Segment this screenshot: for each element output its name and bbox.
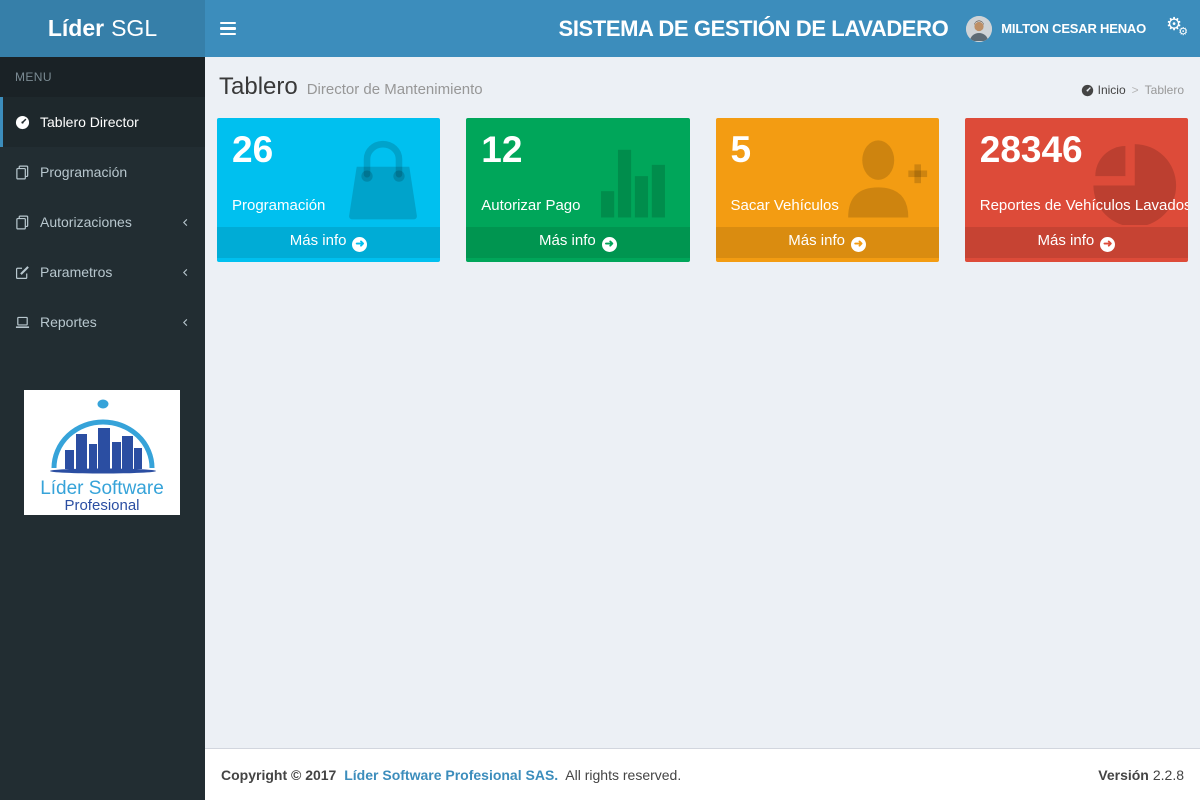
- infobox-value: 26: [232, 129, 425, 172]
- chevron-left-icon: [180, 216, 191, 229]
- edit-icon: [15, 265, 30, 280]
- content-area: Tablero Director de Mantenimiento Inicio…: [205, 57, 1200, 748]
- more-info-link[interactable]: Más info➜: [217, 227, 440, 258]
- breadcrumb-current: Tablero: [1145, 83, 1184, 97]
- infobox-autorizar-pago: 12 Autorizar Pago Más info➜: [466, 118, 689, 262]
- brand-logo-rest: SGL: [111, 15, 157, 42]
- arrow-circle-icon: ➜: [602, 237, 617, 252]
- home-gauge-icon: [1081, 84, 1094, 97]
- breadcrumb-separator: >: [1132, 83, 1139, 97]
- copyright-text: Copyright © 2017 Líder Software Profesio…: [221, 767, 681, 783]
- user-name: MILTON CESAR HENAO: [1001, 21, 1146, 36]
- infobox-programacion: 26 Programación Más info➜: [217, 118, 440, 262]
- breadcrumb: Inicio > Tablero: [1081, 83, 1184, 97]
- sidebar-item-autorizaciones[interactable]: Autorizaciones: [0, 197, 205, 247]
- content-header: Tablero Director de Mantenimiento Inicio…: [205, 57, 1200, 118]
- sidebar: MENU Tablero Director Programación Autor…: [0, 57, 205, 800]
- more-info-link[interactable]: Más info➜: [716, 227, 939, 258]
- hamburger-icon: [220, 22, 236, 24]
- sidebar-item-parametros[interactable]: Parametros: [0, 247, 205, 297]
- sidebar-item-label: Programación: [40, 164, 127, 180]
- sidebar-item-reportes[interactable]: Reportes: [0, 297, 205, 347]
- sidebar-item-programacion[interactable]: Programación: [0, 147, 205, 197]
- company-logo: Líder Software Profesional: [24, 390, 180, 515]
- chevron-left-icon: [180, 266, 191, 279]
- company-logo-line1: Líder Software: [40, 478, 164, 499]
- main-footer: Copyright © 2017 Líder Software Profesio…: [205, 748, 1200, 800]
- app-title: SISTEMA DE GESTIÓN DE LAVADERO: [559, 16, 949, 42]
- infobox-sacar-vehiculos: 5 Sacar Vehículos Más info➜: [716, 118, 939, 262]
- company-logo-line2: Profesional: [64, 497, 139, 514]
- more-info-link[interactable]: Más info➜: [965, 227, 1188, 258]
- infobox-label: Programación: [232, 197, 425, 214]
- breadcrumb-home-link[interactable]: Inicio: [1081, 83, 1126, 97]
- settings-button[interactable]: ⚙⚙: [1156, 0, 1200, 57]
- brand-logo[interactable]: Líder SGL: [0, 0, 205, 57]
- info-boxes-row: 26 Programación Más info➜ 12 Autorizar P…: [205, 118, 1200, 262]
- dashboard-icon: [15, 115, 30, 130]
- sidebar-menu-header: MENU: [0, 57, 205, 97]
- sidebar-item-label: Parametros: [40, 264, 112, 280]
- arrow-circle-icon: ➜: [352, 237, 367, 252]
- chevron-left-icon: [180, 316, 191, 329]
- arrow-circle-icon: ➜: [851, 237, 866, 252]
- sidebar-item-label: Tablero Director: [40, 114, 139, 130]
- page-title: Tablero Director de Mantenimiento: [219, 73, 1185, 101]
- sidebar-item-label: Reportes: [40, 314, 97, 330]
- infobox-value: 28346: [980, 129, 1173, 172]
- files-icon: [15, 165, 30, 180]
- infobox-value: 5: [731, 129, 924, 172]
- user-menu[interactable]: MILTON CESAR HENAO: [948, 0, 1156, 57]
- infobox-label: Sacar Vehículos: [731, 197, 924, 214]
- company-link[interactable]: Líder Software Profesional SAS.: [344, 767, 558, 783]
- infobox-label: Autorizar Pago: [481, 197, 674, 214]
- more-info-link[interactable]: Más info➜: [466, 227, 689, 258]
- gears-icon: ⚙⚙: [1166, 16, 1182, 34]
- arrow-circle-icon: ➜: [1100, 237, 1115, 252]
- main-header: Líder SGL SISTEMA DE GESTIÓN DE LAVADERO…: [0, 0, 1200, 57]
- brand-logo-bold: Líder: [48, 15, 104, 42]
- version-text: Versión2.2.8: [1098, 767, 1184, 783]
- laptop-icon: [15, 315, 30, 330]
- infobox-value: 12: [481, 129, 674, 172]
- infobox-reportes-vehiculos-lavados: 28346 Reportes de Vehículos Lavados Más …: [965, 118, 1188, 262]
- sidebar-item-tablero-director[interactable]: Tablero Director: [0, 97, 205, 147]
- avatar: [966, 16, 992, 42]
- files-icon: [15, 215, 30, 230]
- infobox-label: Reportes de Vehículos Lavados: [980, 197, 1173, 214]
- page-subtitle: Director de Mantenimiento: [307, 81, 483, 98]
- sidebar-menu: Tablero Director Programación Autorizaci…: [0, 97, 205, 347]
- sidebar-item-label: Autorizaciones: [40, 214, 132, 230]
- top-navbar: SISTEMA DE GESTIÓN DE LAVADERO MILTON CE…: [205, 0, 1200, 57]
- sidebar-toggle-button[interactable]: [205, 0, 251, 57]
